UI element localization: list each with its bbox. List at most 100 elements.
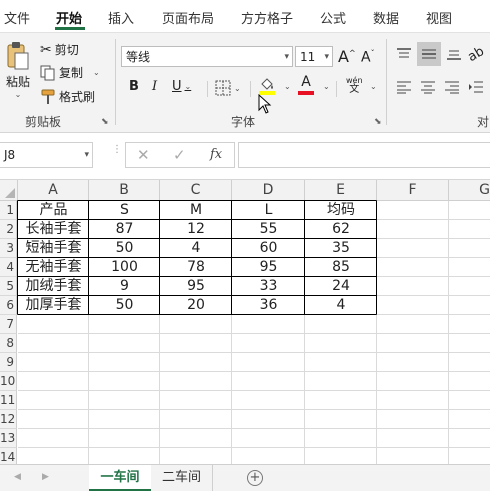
indent-button[interactable]: [468, 80, 484, 94]
row-header[interactable]: 3: [0, 239, 17, 258]
add-sheet-button[interactable]: +: [244, 465, 266, 491]
increase-font-size-button[interactable]: A^: [338, 47, 356, 66]
cut-button[interactable]: ✂ 剪切: [40, 41, 79, 58]
decrease-font-size-button[interactable]: Aˇ: [361, 49, 375, 66]
cancel-icon[interactable]: ✕: [137, 146, 150, 164]
bold-button[interactable]: B: [129, 79, 139, 94]
row-header[interactable]: 6: [0, 296, 17, 315]
chevron-down-icon[interactable]: ⌄: [370, 82, 377, 91]
scroll-left-icon[interactable]: ◀: [14, 472, 21, 482]
row-header[interactable]: 8: [0, 334, 17, 353]
table-cell[interactable]: 4: [305, 296, 377, 315]
table-cell[interactable]: 95: [160, 277, 232, 296]
table-cell[interactable]: 50: [89, 296, 160, 315]
name-box[interactable]: J8 ▾: [0, 142, 93, 168]
row-header[interactable]: 14: [0, 448, 17, 464]
table-cell[interactable]: 33: [232, 277, 305, 296]
drag-handle-icon[interactable]: ⋮: [112, 145, 122, 155]
tab-insert[interactable]: 插入: [108, 8, 134, 27]
row-header[interactable]: 10: [0, 372, 17, 391]
table-cell[interactable]: 100: [89, 258, 160, 277]
fill-color-button[interactable]: [259, 77, 275, 95]
chevron-down-icon[interactable]: ⌄: [284, 82, 291, 91]
table-cell[interactable]: 35: [305, 239, 377, 258]
enter-icon[interactable]: ✓: [173, 146, 186, 164]
row-header[interactable]: 5: [0, 277, 17, 296]
font-color-button[interactable]: A: [298, 75, 314, 95]
table-cell[interactable]: 4: [160, 239, 232, 258]
table-cell[interactable]: 12: [160, 220, 232, 239]
row-header[interactable]: 11: [0, 391, 17, 410]
column-header[interactable]: F: [377, 180, 449, 201]
table-cell[interactable]: 加绒手套: [18, 277, 89, 296]
table-cell[interactable]: 20: [160, 296, 232, 315]
column-header[interactable]: A: [18, 180, 89, 201]
dialog-launcher-icon[interactable]: ⬊: [101, 117, 109, 127]
table-cell[interactable]: 78: [160, 258, 232, 277]
table-cell[interactable]: 长袖手套: [18, 220, 89, 239]
italic-button[interactable]: I: [152, 79, 157, 94]
table-cell[interactable]: 85: [305, 258, 377, 277]
borders-button[interactable]: ⌄: [215, 80, 241, 96]
sheet-tab[interactable]: 二车间: [151, 465, 213, 491]
sheet-tab-active[interactable]: 一车间: [89, 465, 151, 491]
row-header[interactable]: 12: [0, 410, 17, 429]
table-cell[interactable]: 60: [232, 239, 305, 258]
format-painter-button[interactable]: 格式刷: [40, 88, 95, 105]
table-cell[interactable]: 87: [89, 220, 160, 239]
table-cell[interactable]: 无袖手套: [18, 258, 89, 277]
table-cell[interactable]: 加厚手套: [18, 296, 89, 315]
tab-page-layout[interactable]: 页面布局: [162, 8, 214, 27]
formula-input[interactable]: [238, 142, 490, 168]
column-header[interactable]: B: [89, 180, 160, 201]
table-cell[interactable]: 产品: [18, 201, 89, 220]
tab-home[interactable]: 开始: [56, 8, 82, 27]
align-center-button[interactable]: [420, 80, 436, 94]
table-cell[interactable]: 9: [89, 277, 160, 296]
table-cell[interactable]: 95: [232, 258, 305, 277]
column-header[interactable]: G: [449, 180, 490, 201]
align-right-button[interactable]: [444, 80, 460, 94]
table-cell[interactable]: 50: [89, 239, 160, 258]
align-left-button[interactable]: [396, 80, 412, 94]
underline-button[interactable]: U ⌄: [172, 79, 191, 94]
font-name-select[interactable]: 等线 ▾: [121, 46, 293, 67]
table-cell[interactable]: 短袖手套: [18, 239, 89, 258]
table-cell[interactable]: L: [232, 201, 305, 220]
chevron-down-icon[interactable]: ⌄: [323, 82, 330, 91]
row-header[interactable]: 7: [0, 315, 17, 334]
tab-view[interactable]: 视图: [426, 8, 452, 27]
align-bottom-button[interactable]: [446, 47, 462, 61]
tab-fangfang[interactable]: 方方格子: [241, 8, 293, 27]
copy-button[interactable]: 复制 ⌄: [40, 64, 100, 81]
table-cell[interactable]: 55: [232, 220, 305, 239]
select-all-corner[interactable]: [0, 180, 18, 201]
phonetic-guide-button[interactable]: wén 文: [346, 76, 363, 95]
dialog-launcher-icon[interactable]: ⬊: [374, 117, 382, 127]
scroll-right-icon[interactable]: ▶: [42, 472, 49, 482]
table-cell[interactable]: 62: [305, 220, 377, 239]
row-header[interactable]: 9: [0, 353, 17, 372]
row-header[interactable]: 13: [0, 429, 17, 448]
column-header[interactable]: C: [160, 180, 232, 201]
orientation-button[interactable]: ab: [465, 43, 487, 66]
table-cell[interactable]: M: [160, 201, 232, 220]
row-header[interactable]: 4: [0, 258, 17, 277]
insert-function-icon[interactable]: fx: [210, 147, 222, 162]
tab-file[interactable]: 文件: [4, 8, 30, 27]
align-middle-button[interactable]: [417, 42, 441, 66]
table-cell[interactable]: 均码: [305, 201, 377, 220]
table-cell[interactable]: S: [89, 201, 160, 220]
column-header[interactable]: E: [305, 180, 377, 201]
paste-button[interactable]: 粘贴 ⌄: [4, 41, 32, 105]
tab-data[interactable]: 数据: [373, 8, 399, 27]
orientation-icon: ab: [465, 43, 487, 66]
row-header[interactable]: 2: [0, 220, 17, 239]
font-size-select[interactable]: 11 ▾: [295, 46, 333, 67]
row-header[interactable]: 1: [0, 201, 17, 220]
table-cell[interactable]: 36: [232, 296, 305, 315]
table-cell[interactable]: 24: [305, 277, 377, 296]
align-top-button[interactable]: [396, 47, 412, 61]
tab-formulas[interactable]: 公式: [320, 8, 346, 27]
column-header[interactable]: D: [232, 180, 305, 201]
